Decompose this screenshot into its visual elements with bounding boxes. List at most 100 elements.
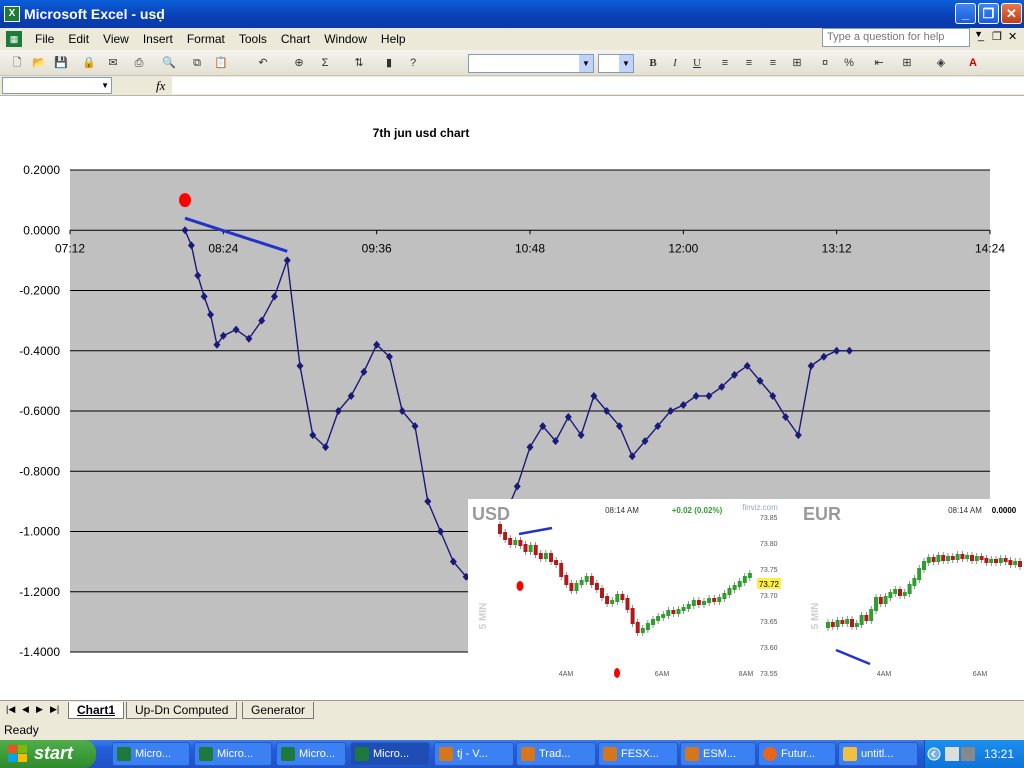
help-search-input[interactable]: Type a question for help ▼ <box>822 28 983 47</box>
hyperlink-icon[interactable]: ⊕ <box>290 54 308 72</box>
email-icon[interactable]: ✉ <box>104 54 122 72</box>
bold-icon[interactable]: B <box>644 54 662 72</box>
task-excel-1[interactable]: Micro... <box>112 742 190 766</box>
workbook-icon[interactable]: ▦ <box>6 31 22 47</box>
paste-icon[interactable]: 📋 <box>212 54 230 72</box>
minimize-button[interactable]: _ <box>955 3 976 24</box>
eur-candle <box>869 609 874 621</box>
tray-network-icon[interactable] <box>961 747 975 761</box>
eur-candle <box>926 557 931 563</box>
eur-inset-time: 08:14 AM <box>948 506 982 515</box>
x-tick-label: 07:12 <box>55 241 85 255</box>
font-select[interactable]: ▼ <box>468 54 594 73</box>
last-sheet-icon[interactable]: ▶| <box>50 704 59 715</box>
usd-candle <box>676 609 681 614</box>
first-sheet-icon[interactable]: |◀ <box>6 704 15 715</box>
usd-candle <box>584 576 589 582</box>
align-right-icon[interactable]: ≡ <box>764 54 782 72</box>
eur-candle <box>917 568 922 580</box>
eur-candle <box>893 589 898 594</box>
menu-tools[interactable]: Tools <box>232 32 274 46</box>
align-center-icon[interactable]: ≡ <box>740 54 758 72</box>
menu-help[interactable]: Help <box>374 32 413 46</box>
chevron-down-icon[interactable]: ▼ <box>619 55 633 72</box>
eur-candle <box>950 556 955 560</box>
merge-icon[interactable]: ⊞ <box>788 54 806 72</box>
doc-minimize-icon[interactable]: _ <box>978 30 984 42</box>
sheet-tabs-bar: |◀ ◀ ▶ ▶| Chart1 Up-Dn Computed Generato… <box>0 700 1024 720</box>
usd-candle <box>696 600 701 605</box>
print-icon[interactable]: ⎙ <box>130 54 148 72</box>
usd-y-tick-label: 73.80 <box>760 541 778 548</box>
doc-restore-icon[interactable]: ❐ <box>992 30 1002 43</box>
indent-icon[interactable]: ⇤ <box>870 54 888 72</box>
menu-insert[interactable]: Insert <box>136 32 180 46</box>
task-trad[interactable]: Trad... <box>516 742 596 766</box>
usd-candle <box>651 619 655 625</box>
autosum-icon[interactable]: Σ <box>316 54 334 72</box>
help-icon[interactable]: ? <box>404 54 422 72</box>
save-icon[interactable]: 💾 <box>52 54 70 72</box>
usd-candle <box>691 600 696 606</box>
eur-candle <box>974 556 979 561</box>
percent-icon[interactable]: % <box>840 54 858 72</box>
usd-x-tick-label: 6AM <box>655 671 670 678</box>
task-excel-4[interactable]: Micro... <box>350 742 430 766</box>
usd-candle <box>681 607 686 611</box>
doc-close-icon[interactable]: ✕ <box>1008 30 1017 43</box>
menu-window[interactable]: Window <box>317 32 374 46</box>
tab-chart1[interactable]: Chart1 <box>68 702 125 719</box>
menu-chart[interactable]: Chart <box>274 32 317 46</box>
chevron-left-icon[interactable] <box>927 747 941 761</box>
font-size-select[interactable]: ▼ <box>598 54 634 73</box>
eur-candle <box>998 558 1003 563</box>
underline-icon[interactable]: U <box>688 54 706 72</box>
menu-file[interactable]: File <box>28 32 61 46</box>
usd-y-tick-label: 73.60 <box>760 645 778 652</box>
function-icon[interactable]: fx <box>156 78 165 94</box>
name-box[interactable]: ▼ <box>2 77 112 94</box>
formula-bar: ▼ fx <box>0 76 1024 96</box>
task-excel-3[interactable]: Micro... <box>276 742 346 766</box>
align-left-icon[interactable]: ≡ <box>716 54 734 72</box>
title-bar: X Microsoft Excel - usḍ _ ❐ ✕ <box>0 0 1024 28</box>
chevron-down-icon[interactable]: ▼ <box>579 55 593 72</box>
task-tj[interactable]: tj - V... <box>434 742 514 766</box>
task-untitled[interactable]: untitl... <box>838 742 918 766</box>
italic-icon[interactable]: I <box>666 54 684 72</box>
undo-icon[interactable]: ↶ <box>254 54 272 72</box>
task-futur[interactable]: Futur... <box>758 742 836 766</box>
chart-wizard-icon[interactable]: ▮ <box>380 54 398 72</box>
task-excel-2[interactable]: Micro... <box>194 742 272 766</box>
menu-view[interactable]: View <box>96 32 136 46</box>
start-button[interactable]: start <box>0 740 96 768</box>
tab-up-dn-computed[interactable]: Up-Dn Computed <box>126 702 238 719</box>
tray-app-icon[interactable] <box>945 747 959 761</box>
usd-red-marker <box>614 668 620 678</box>
menu-edit[interactable]: Edit <box>61 32 96 46</box>
tab-generator[interactable]: Generator <box>242 702 315 719</box>
prev-sheet-icon[interactable]: ◀ <box>22 704 29 715</box>
chevron-down-icon[interactable]: ▼ <box>101 78 109 94</box>
close-button[interactable]: ✕ <box>1001 3 1022 24</box>
formula-input[interactable] <box>172 77 1024 94</box>
copy-icon[interactable]: ⧉ <box>188 54 206 72</box>
restore-button[interactable]: ❐ <box>978 3 999 24</box>
status-text: Ready <box>4 723 39 737</box>
new-icon[interactable]: 🗋 <box>8 54 26 72</box>
sort-icon[interactable]: ⇅ <box>350 54 368 72</box>
task-fesx[interactable]: FESX... <box>598 742 678 766</box>
open-icon[interactable]: 📂 <box>30 54 48 72</box>
currency-icon[interactable]: ¤ <box>816 54 834 72</box>
fill-color-icon[interactable]: ◈ <box>932 54 950 72</box>
usd-chart[interactable]: 7th jun usd chart 0.2000 0.0000 -0.2000 -0.… <box>0 96 1024 700</box>
borders-icon[interactable]: ⊞ <box>898 54 916 72</box>
permission-icon[interactable]: 🔒 <box>80 54 98 72</box>
task-esm[interactable]: ESM... <box>680 742 756 766</box>
excel-app-icon[interactable]: X <box>4 6 20 22</box>
font-color-icon[interactable]: A <box>964 54 982 72</box>
menu-format[interactable]: Format <box>180 32 232 46</box>
eur-candle <box>864 615 869 621</box>
research-icon[interactable]: 🔍 <box>160 54 178 72</box>
next-sheet-icon[interactable]: ▶ <box>36 704 43 715</box>
